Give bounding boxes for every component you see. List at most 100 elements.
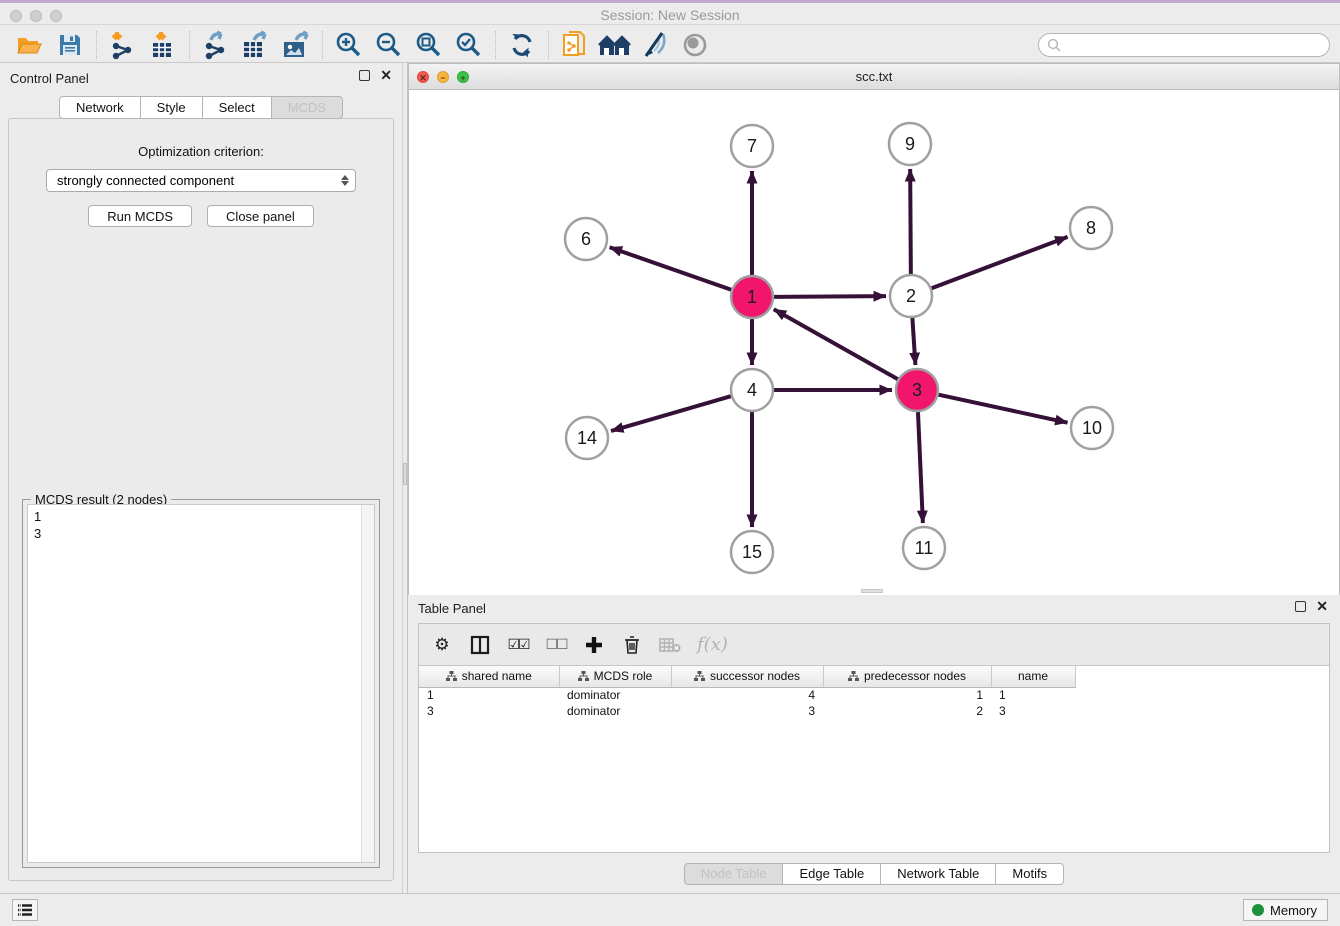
unselect-all-icon[interactable]: ☐☐ — [545, 632, 567, 658]
column-header-successor-nodes[interactable]: successor nodes — [671, 666, 823, 687]
import-network-icon[interactable] — [103, 29, 143, 61]
tab-node-table[interactable]: Node Table — [684, 863, 784, 885]
mcds-result-area[interactable]: 1 3 — [27, 504, 375, 863]
export-image-icon[interactable] — [276, 29, 316, 61]
save-icon[interactable] — [50, 29, 90, 61]
task-history-button[interactable] — [12, 899, 38, 921]
column-header-name[interactable]: name — [991, 666, 1075, 687]
graph-node-label-2: 2 — [906, 286, 916, 306]
memory-status-dot — [1252, 904, 1264, 916]
optimization-criterion-label: Optimization criterion: — [9, 144, 393, 159]
zoom-out-icon[interactable] — [369, 29, 409, 61]
float-panel-icon[interactable] — [359, 70, 370, 81]
delete-table-icon[interactable] — [659, 632, 681, 658]
search-field[interactable] — [1038, 33, 1330, 57]
table-header-row: shared name MCDS role successor nodes pr… — [419, 666, 1075, 687]
table-panel-title: Table Panel — [418, 601, 486, 616]
memory-button[interactable]: Memory — [1243, 899, 1328, 921]
cell-shared-name[interactable]: 1 — [419, 687, 559, 703]
gear-icon[interactable]: ⚙ — [431, 632, 453, 658]
open-folder-icon[interactable] — [10, 29, 50, 61]
graphics-details-icon[interactable] — [635, 29, 675, 61]
export-table-icon[interactable] — [236, 29, 276, 61]
graph-edge-3-10[interactable] — [938, 395, 1067, 423]
tab-network[interactable]: Network — [59, 96, 141, 119]
graph-node-label-8: 8 — [1086, 218, 1096, 238]
export-network-icon[interactable] — [196, 29, 236, 61]
graph-edge-1-2[interactable] — [774, 296, 886, 297]
cell-mcds-role[interactable]: dominator — [559, 687, 671, 703]
close-panel-icon[interactable]: ✕ — [380, 70, 392, 81]
tab-network-table[interactable]: Network Table — [881, 863, 996, 885]
cell-mcds-role[interactable]: dominator — [559, 703, 671, 719]
graph-node-label-14: 14 — [577, 428, 597, 448]
tab-motifs[interactable]: Motifs — [996, 863, 1064, 885]
delete-column-icon[interactable] — [621, 632, 643, 658]
cell-predecessor-nodes[interactable]: 1 — [823, 687, 991, 703]
application-window: Session: New Session — [0, 0, 1340, 926]
column-header-mcds-role[interactable]: MCDS role — [559, 666, 671, 687]
zoom-fit-icon[interactable] — [409, 29, 449, 61]
refresh-icon[interactable] — [502, 29, 542, 61]
result-scrollbar[interactable] — [361, 505, 374, 862]
search-input[interactable] — [1065, 38, 1321, 52]
cell-name[interactable]: 3 — [991, 703, 1075, 719]
column-type-icon — [446, 671, 457, 682]
status-bar: Memory — [0, 893, 1340, 926]
graph-edge-2-3[interactable] — [912, 318, 915, 365]
app-titlebar: Session: New Session — [0, 0, 1340, 25]
column-type-icon — [848, 671, 859, 682]
network-resize-grip[interactable] — [861, 589, 883, 593]
graph-node-label-9: 9 — [905, 134, 915, 154]
control-panel-header: Control Panel ✕ — [0, 63, 402, 93]
add-column-icon[interactable] — [583, 632, 605, 658]
control-panel: Control Panel ✕ Network Style Select MCD… — [0, 63, 402, 893]
column-header-shared-name[interactable]: shared name — [419, 666, 559, 687]
cell-successor-nodes[interactable]: 3 — [671, 703, 823, 719]
toolbar-separator — [96, 31, 97, 59]
cell-successor-nodes[interactable]: 4 — [671, 687, 823, 703]
optimization-criterion-select[interactable]: strongly connected component — [46, 169, 356, 192]
list-icon — [17, 903, 33, 917]
close-table-panel-icon[interactable]: ✕ — [1316, 601, 1328, 612]
close-panel-button[interactable]: Close panel — [207, 205, 314, 227]
tab-select[interactable]: Select — [203, 96, 272, 119]
graph-node-label-15: 15 — [742, 542, 762, 562]
graph-edge-4-14[interactable] — [611, 396, 731, 431]
table-tabs: Node Table Edge Table Network Table Moti… — [408, 863, 1340, 885]
toolbar-separator — [322, 31, 323, 59]
network-canvas[interactable]: 1234678910111415 — [409, 90, 1339, 595]
graph-edge-1-6[interactable] — [610, 247, 732, 289]
first-neighbors-icon[interactable] — [595, 29, 635, 61]
zoom-selected-icon[interactable] — [449, 29, 489, 61]
node-table: shared name MCDS role successor nodes pr… — [419, 666, 1076, 719]
cell-shared-name[interactable]: 3 — [419, 703, 559, 719]
cell-predecessor-nodes[interactable]: 2 — [823, 703, 991, 719]
network-window-titlebar[interactable]: ✕ − + scc.txt — [409, 64, 1339, 90]
tab-mcds[interactable]: MCDS — [272, 96, 343, 119]
cell-name[interactable]: 1 — [991, 687, 1075, 703]
column-icon[interactable] — [469, 632, 491, 658]
zoom-in-icon[interactable] — [329, 29, 369, 61]
eye-icon[interactable] — [675, 29, 715, 61]
graph-edge-2-8[interactable] — [932, 237, 1068, 288]
run-mcds-button[interactable]: Run MCDS — [88, 205, 192, 227]
function-builder-icon[interactable]: f(x) — [697, 632, 728, 658]
column-header-predecessor-nodes[interactable]: predecessor nodes — [823, 666, 991, 687]
table-row: 1 dominator 4 1 1 — [419, 687, 1075, 703]
table-toolbar: ⚙ ☑☑ ☐☐ f(x) — [419, 624, 1329, 666]
toolbar-separator — [495, 31, 496, 59]
float-table-panel-icon[interactable] — [1295, 601, 1306, 612]
graph-node-label-3: 3 — [912, 380, 922, 400]
graph-edge-3-1[interactable] — [774, 309, 898, 379]
control-panel-tabs: Network Style Select MCDS — [0, 96, 402, 119]
splitter-grip[interactable] — [403, 463, 407, 485]
graph-edge-2-9[interactable] — [910, 169, 911, 274]
tab-edge-table[interactable]: Edge Table — [783, 863, 881, 885]
search-icon — [1047, 38, 1061, 52]
select-all-icon[interactable]: ☑☑ — [507, 632, 529, 658]
tab-style[interactable]: Style — [141, 96, 203, 119]
import-table-icon[interactable] — [143, 29, 183, 61]
graph-edge-3-11[interactable] — [918, 412, 923, 523]
clone-network-icon[interactable] — [555, 29, 595, 61]
